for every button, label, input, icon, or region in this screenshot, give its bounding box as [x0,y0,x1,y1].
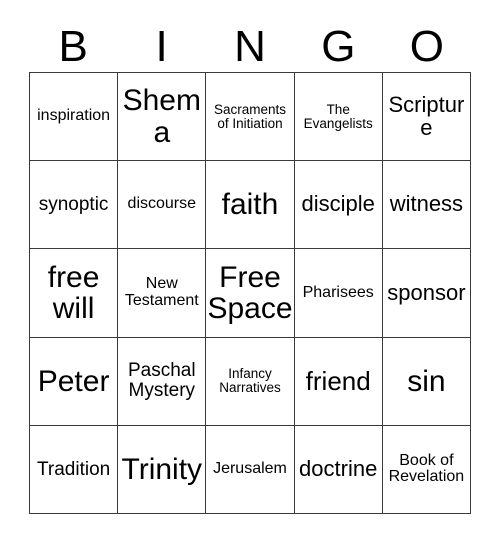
bingo-cell[interactable]: Tradition [30,425,119,514]
bingo-cell-label: faith [221,188,279,222]
bingo-grid: inspiration Shema Sacraments of Initiati… [29,72,471,514]
bingo-cell[interactable]: Scripture [382,73,471,162]
bingo-cell-label: Scripture [388,91,465,140]
bingo-cell[interactable]: Book of Revelation [382,425,471,514]
bingo-cell[interactable]: discourse [118,161,207,250]
bingo-cell[interactable]: The Evangelists [294,73,383,162]
bingo-cell-label: Shema [122,84,201,149]
bingo-cell[interactable]: free will [30,249,119,338]
bingo-cell[interactable]: Paschal Mystery [118,337,207,426]
bingo-cell-label: sponsor [387,279,466,305]
bingo-cell-label: Sacraments of Initiation [213,101,286,131]
bingo-cell[interactable]: Jerusalem [206,425,295,514]
bingo-cell-label: New Testament [124,275,199,309]
bingo-cell[interactable]: friend [294,337,383,426]
bingo-cell-label: Tradition [36,458,111,480]
bingo-header-letter-i: I [155,22,168,71]
bingo-cell-label: The Evangelists [303,101,373,131]
bingo-cell-label: Trinity [121,452,203,486]
bingo-cell[interactable]: Sacraments of Initiation [206,73,295,162]
bingo-cell[interactable]: Shema [118,73,207,162]
bingo-cell-label: Jerusalem [213,460,287,478]
bingo-header: B I N G O [29,22,471,72]
bingo-cell-label: Infancy Narratives [219,366,281,396]
bingo-free-space-label: Free Space [207,260,293,325]
bingo-cell-label: Paschal Mystery [127,360,196,402]
bingo-cell-label: free will [47,260,100,325]
bingo-header-letter-g: G [321,22,356,71]
bingo-cell-free-space[interactable]: Free Space [206,249,295,338]
bingo-header-letter-n: N [234,22,266,71]
bingo-cell[interactable]: faith [206,161,295,250]
bingo-cell-label: synoptic [38,193,109,215]
bingo-header-letter-b: B [58,22,88,71]
bingo-cell-label: Book of Revelation [388,451,465,486]
bingo-cell[interactable]: Trinity [118,425,207,514]
bingo-cell[interactable]: inspiration [30,73,119,162]
bingo-cell-label: Pharisees [302,283,374,301]
bingo-cell-label: friend [305,365,371,396]
bingo-cell[interactable]: Pharisees [294,249,383,338]
bingo-cell[interactable]: New Testament [118,249,207,338]
bingo-card: B I N G O inspiration Shema Sacraments o… [0,0,500,544]
bingo-cell[interactable]: synoptic [30,161,119,250]
bingo-cell-label: inspiration [37,107,111,125]
bingo-cell[interactable]: sponsor [382,249,471,338]
bingo-header-letter-o: O [409,22,444,71]
bingo-cell-label: Peter [37,364,110,398]
bingo-cell-label: disciple [301,191,375,217]
bingo-cell-label: discourse [127,195,197,213]
bingo-cell[interactable]: doctrine [294,425,383,514]
bingo-cell-label: witness [389,191,464,217]
bingo-cell-label: sin [407,364,446,398]
bingo-cell[interactable]: disciple [294,161,383,250]
bingo-cell[interactable]: Infancy Narratives [206,337,295,426]
bingo-cell[interactable]: Peter [30,337,119,426]
bingo-cell[interactable]: sin [382,337,471,426]
bingo-cell[interactable]: witness [382,161,471,250]
bingo-cell-label: doctrine [299,455,378,481]
